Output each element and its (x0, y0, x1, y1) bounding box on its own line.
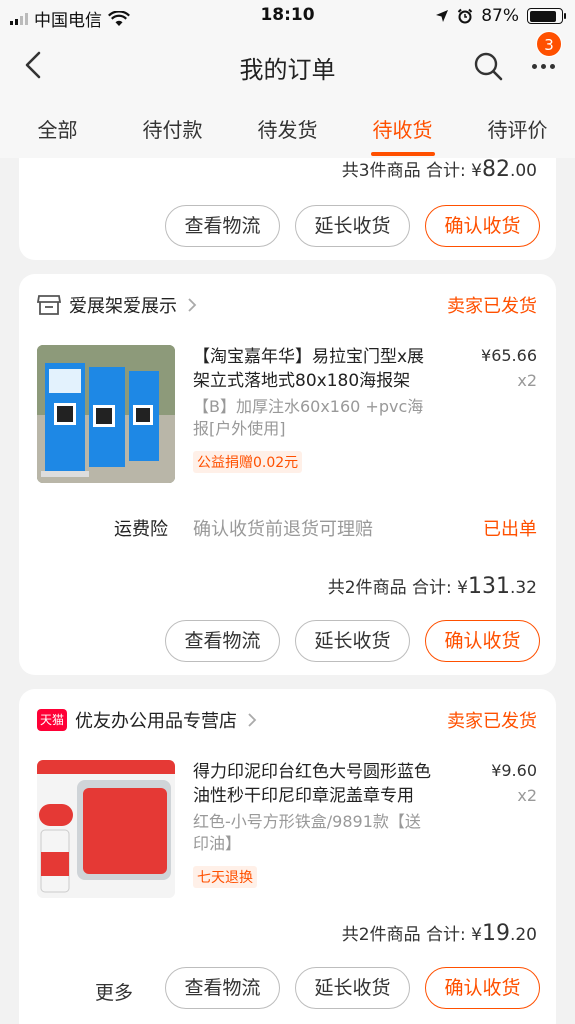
product-price: ¥65.66 (481, 346, 537, 365)
product-title[interactable]: 【淘宝嘉年华】易拉宝门型x展架立式落地式80x180海报架 (193, 345, 433, 393)
extend-receipt-button[interactable]: 延长收货 (295, 620, 410, 662)
shop-header[interactable]: 爱展架爱展示 (37, 292, 199, 318)
more-link[interactable]: 更多 (95, 978, 133, 1005)
confirm-receipt-button[interactable]: 确认收货 (425, 967, 540, 1009)
order-summary: 共2件商品 合计: ¥19.20 (341, 921, 537, 946)
store-icon (37, 295, 61, 315)
product-variant: 红色-小号方形铁盒/9891款【送印油】 (193, 812, 421, 853)
search-icon[interactable] (472, 50, 504, 82)
product-variant: 【B】加厚注水60x160 +pvc海报[户外使用] (193, 397, 424, 438)
charity-tag: 公益捐赠0.02元 (193, 451, 303, 473)
product-quantity: x2 (517, 371, 537, 390)
status-bar: 中国电信 18:10 87% (0, 0, 575, 32)
view-logistics-button[interactable]: 查看物流 (165, 967, 280, 1009)
order-card: 爱展架爱展示 卖家已发货 【淘宝嘉年华】易拉宝门型x展架立式落地式80x180海… (19, 274, 556, 675)
chevron-right-icon (188, 298, 197, 312)
confirm-receipt-button[interactable]: 确认收货 (425, 620, 540, 662)
alarm-icon (457, 8, 473, 24)
tab-to-pay[interactable]: 待付款 (115, 98, 230, 158)
extend-receipt-button[interactable]: 延长收货 (295, 967, 410, 1009)
nav-bar: 我的订单 (0, 32, 575, 98)
chevron-right-icon (248, 713, 257, 727)
product-thumbnail[interactable] (37, 760, 175, 898)
product-title[interactable]: 得力印泥印台红色大号圆形蓝色油性秒干印尼印章泥盖章专用 (193, 760, 433, 808)
order-status: 卖家已发货 (447, 711, 537, 732)
tmall-icon: 天猫 (37, 709, 67, 731)
battery-icon (527, 8, 566, 24)
battery-percent: 87% (481, 6, 519, 26)
shop-header[interactable]: 天猫 优友办公用品专营店 (37, 707, 259, 733)
product-price: ¥9.60 (491, 761, 537, 780)
view-logistics-button[interactable]: 查看物流 (165, 205, 280, 247)
order-tabs: 全部 待付款 待发货 待收货 待评价 (0, 98, 575, 158)
order-card: 天猫 优友办公用品专营店 卖家已发货 得力印泥印台红色大号圆形蓝色油性秒干印尼印… (19, 689, 556, 1024)
extend-receipt-button[interactable]: 延长收货 (295, 205, 410, 247)
location-icon (436, 10, 449, 22)
order-summary: 共3件商品 合计: ¥82.00 (341, 157, 537, 182)
product-quantity: x2 (517, 786, 537, 805)
tab-to-ship[interactable]: 待发货 (230, 98, 345, 158)
tab-to-review[interactable]: 待评价 (460, 98, 575, 158)
shop-name: 优友办公用品专营店 (75, 711, 237, 732)
insurance-status: 已出单 (483, 519, 537, 540)
shop-name: 爱展架爱展示 (69, 296, 177, 317)
product-thumbnail[interactable] (37, 345, 175, 483)
tab-to-receive[interactable]: 待收货 (345, 98, 460, 158)
header: 中国电信 18:10 87% 我的订单 3 全部 待付款 待发货 待收货 待评价 (0, 0, 575, 158)
insurance-label: 运费险 (114, 519, 168, 540)
confirm-receipt-button[interactable]: 确认收货 (425, 205, 540, 247)
order-status: 卖家已发货 (447, 296, 537, 317)
view-logistics-button[interactable]: 查看物流 (165, 620, 280, 662)
notification-badge: 3 (536, 31, 562, 57)
insurance-desc: 确认收货前退货可理赔 (193, 519, 373, 540)
return-policy-tag: 七天退换 (193, 866, 257, 888)
tab-all[interactable]: 全部 (0, 98, 115, 158)
order-summary: 共2件商品 合计: ¥131.32 (327, 574, 537, 599)
